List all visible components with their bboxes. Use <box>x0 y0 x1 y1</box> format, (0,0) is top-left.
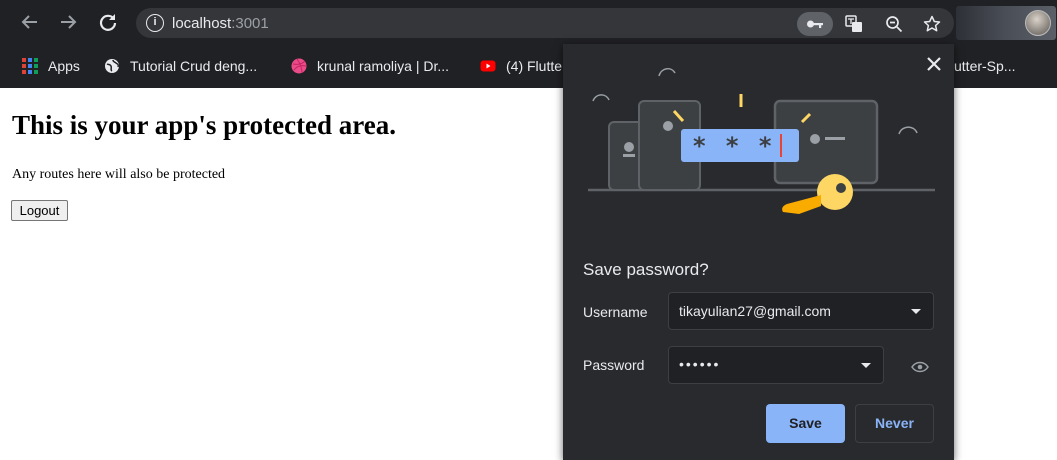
password-mask: * * * <box>693 132 777 160</box>
avatar[interactable] <box>1025 10 1051 36</box>
bookmark-label: Apps <box>48 58 80 74</box>
zoom-out-icon <box>886 16 903 33</box>
browser-toolbar: i localhost:3001 <box>0 0 1057 44</box>
password-label: Password <box>583 357 645 373</box>
bookmark-star-button[interactable] <box>920 12 944 36</box>
never-button[interactable]: Never <box>855 404 934 443</box>
save-button[interactable]: Save <box>766 404 845 443</box>
reload-icon <box>99 14 117 31</box>
close-icon <box>927 57 941 71</box>
password-illustration: * * * <box>588 68 935 214</box>
bookmark-krunal[interactable]: krunal ramoliya | Dr... <box>291 56 449 76</box>
translate-button[interactable] <box>842 12 866 36</box>
translate-icon <box>845 15 862 32</box>
bookmark-tutorial-crud[interactable]: Tutorial Crud deng... <box>104 56 257 76</box>
info-icon[interactable]: i <box>146 14 164 32</box>
apps-grid-icon <box>22 58 38 74</box>
logout-button[interactable]: Logout <box>11 200 68 221</box>
bookmark-label: (4) Flutte <box>506 58 563 74</box>
zoom-button[interactable] <box>882 12 906 36</box>
dialog-title: Save password? <box>583 260 709 279</box>
bookmark-apps[interactable]: Apps <box>22 56 80 76</box>
save-password-dialog: * * * Save password? Username tikayulian… <box>563 44 954 460</box>
username-label: Username <box>583 304 648 320</box>
chevron-down-icon <box>861 363 871 368</box>
username-value: tikayulian27@gmail.com <box>679 303 831 319</box>
password-key-button[interactable] <box>797 12 833 36</box>
chevron-down-icon <box>911 309 921 314</box>
globe-icon <box>105 59 119 73</box>
page-description: Any routes here will also be protected <box>12 167 226 182</box>
close-button[interactable] <box>924 54 944 74</box>
forward-button[interactable] <box>55 9 81 35</box>
key-icon <box>807 20 823 28</box>
username-select[interactable]: tikayulian27@gmail.com <box>668 292 934 330</box>
url-text[interactable]: localhost:3001 <box>172 15 269 32</box>
star-icon <box>923 15 941 32</box>
show-password-button[interactable] <box>909 358 931 376</box>
bookmark-label: utter-Sp... <box>954 58 1016 74</box>
bookmark-label: krunal ramoliya | Dr... <box>317 58 450 74</box>
page-title: This is your app's protected area. <box>12 110 397 140</box>
password-value: •••••• <box>679 356 721 372</box>
bookmark-flutter-youtube[interactable]: (4) Flutte <box>480 56 562 76</box>
reload-button[interactable] <box>95 9 121 35</box>
back-button[interactable] <box>17 9 43 35</box>
password-select[interactable]: •••••• <box>668 346 884 384</box>
eye-icon <box>911 361 929 373</box>
arrow-right-icon <box>61 15 77 29</box>
youtube-icon <box>480 60 496 72</box>
bookmark-label: Tutorial Crud deng... <box>130 58 258 74</box>
bookmark-flutter-sp[interactable]: utter-Sp... <box>954 56 1015 76</box>
dribbble-icon <box>291 58 307 74</box>
arrow-left-icon <box>21 15 37 29</box>
